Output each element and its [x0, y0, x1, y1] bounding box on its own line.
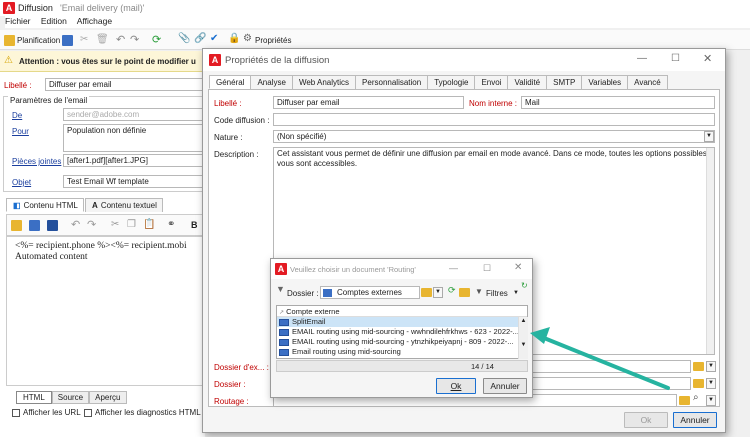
annotation-arrow: [530, 327, 670, 390]
